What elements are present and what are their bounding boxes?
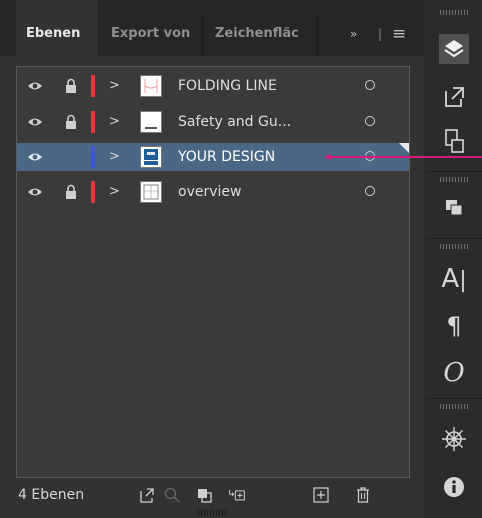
target-circle-icon[interactable] — [365, 80, 375, 90]
layer-thumbnail — [140, 75, 162, 97]
layer-count: 4 Ebenen — [18, 487, 85, 503]
layer-name[interactable]: overview — [178, 178, 241, 206]
search-icon — [164, 487, 180, 503]
eye-icon[interactable] — [27, 187, 43, 197]
export-icon[interactable] — [439, 82, 469, 112]
selection-corner-marker — [399, 143, 409, 153]
layer-thumbnail — [140, 181, 162, 203]
rail-grip[interactable] — [440, 177, 468, 182]
layer-color-bar — [91, 181, 95, 203]
lock-icon[interactable] — [65, 184, 77, 200]
target-circle-icon[interactable] — [365, 186, 375, 196]
panel-menu-button[interactable]: ≡ — [392, 0, 406, 56]
tab-divider — [202, 16, 203, 56]
tab-export[interactable]: Export von — [101, 0, 202, 56]
rail-grip[interactable] — [440, 244, 468, 249]
pathfinder-icon[interactable] — [439, 192, 469, 222]
layer-thumbnail — [140, 146, 162, 168]
rail-divider — [426, 171, 482, 172]
layer-row[interactable]: > FOLDING LINE — [17, 72, 409, 100]
lock-icon[interactable] — [65, 78, 77, 94]
tab-overflow-button[interactable]: » — [350, 0, 357, 56]
layer-name[interactable]: YOUR DESIGN — [178, 143, 275, 171]
layer-color-bar — [91, 111, 95, 133]
tab-divider — [98, 16, 99, 56]
layer-color-bar — [91, 75, 95, 97]
eye-icon[interactable] — [27, 152, 43, 162]
new-sublayer-icon[interactable] — [228, 486, 246, 504]
layer-row[interactable]: > Safety and Gu... — [17, 108, 409, 136]
layer-list: > FOLDING LINE > Safety and Gu... > YOUR… — [16, 66, 410, 478]
tab-divider — [317, 16, 318, 56]
paragraph-icon[interactable]: ¶ — [439, 311, 469, 341]
layer-row[interactable]: > overview — [17, 178, 409, 206]
rail-divider — [426, 398, 482, 399]
resize-grip[interactable] — [198, 510, 228, 516]
panel-tab-bar: Ebenen Export von Zeichenfläc » | ≡ — [0, 0, 424, 56]
chevron-right-icon[interactable]: > — [109, 114, 120, 130]
layer-name[interactable]: Safety and Gu... — [178, 108, 291, 136]
lock-icon[interactable] — [65, 114, 77, 130]
rail-divider — [426, 238, 482, 239]
clipping-mask-icon[interactable] — [195, 486, 213, 504]
opentype-icon[interactable]: O — [439, 358, 469, 388]
tab-artboards[interactable]: Zeichenfläc — [205, 0, 317, 56]
rail-grip[interactable] — [440, 10, 468, 15]
eye-icon[interactable] — [27, 117, 43, 127]
chevron-right-icon[interactable]: > — [109, 149, 120, 165]
info-icon[interactable] — [439, 472, 469, 502]
layers-icon[interactable] — [439, 34, 469, 64]
annotation-arrow — [324, 154, 482, 160]
chevron-right-icon[interactable]: > — [109, 184, 120, 200]
trash-icon[interactable] — [354, 486, 372, 504]
target-circle-icon[interactable] — [365, 116, 375, 126]
new-layer-icon[interactable] — [312, 486, 330, 504]
menu-separator: | — [378, 27, 383, 41]
character-icon[interactable]: A| — [439, 264, 469, 294]
layer-thumbnail — [140, 111, 162, 133]
tab-layers[interactable]: Ebenen — [16, 0, 98, 56]
artboards-icon[interactable] — [439, 126, 469, 156]
collect-for-export-icon[interactable] — [138, 486, 156, 504]
right-tool-rail: A| ¶ O — [426, 0, 482, 518]
layers-panel: Ebenen Export von Zeichenfläc » | ≡ > FO… — [0, 0, 424, 518]
symbols-icon[interactable] — [439, 424, 469, 454]
rail-grip[interactable] — [440, 404, 468, 409]
chevron-right-icon[interactable]: > — [109, 78, 120, 94]
eye-icon[interactable] — [27, 81, 43, 91]
layer-name[interactable]: FOLDING LINE — [178, 72, 277, 100]
layer-color-bar — [91, 146, 95, 168]
